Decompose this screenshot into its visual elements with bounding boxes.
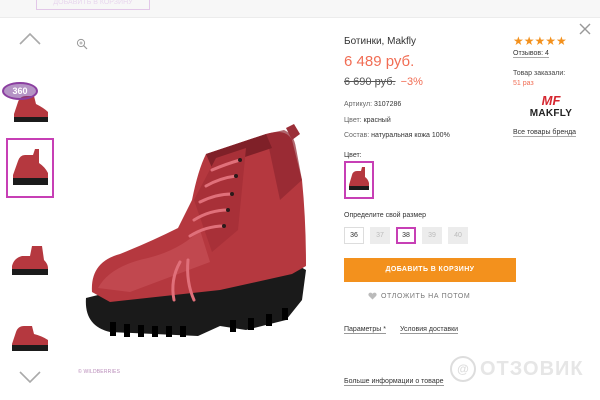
params-link[interactable]: Параметры *	[344, 326, 386, 334]
image-watermark: © WILDBERRIES	[78, 369, 121, 375]
boot-swatch-icon	[349, 167, 369, 190]
ordered-label: Товар заказали:	[513, 70, 566, 77]
product-main-image[interactable]	[70, 30, 330, 380]
heart-icon	[368, 292, 377, 300]
chevron-up-icon[interactable]	[18, 32, 42, 46]
article-value: 3107286	[374, 101, 402, 108]
add-to-cart-button[interactable]: ДОБАВИТЬ В КОРЗИНУ	[344, 258, 516, 282]
old-price: 6 690 руб.	[344, 76, 396, 88]
rating-stars: ★★★★★	[513, 34, 567, 48]
brand-mark: MF	[541, 93, 561, 108]
size-label: Определите свой размер	[344, 212, 426, 219]
ordered-count: 51 раз	[513, 80, 534, 87]
brand-name: MAKFLY	[529, 108, 573, 119]
all-brand-products-link[interactable]: Все товары бренда	[513, 129, 577, 137]
thumbnail-side[interactable]	[6, 230, 54, 290]
brand-logo[interactable]: MF MAKFLY	[521, 94, 581, 126]
size-option-38[interactable]: 38	[396, 227, 416, 244]
postpone-label: ОТЛОЖИТЬ НА ПОТОМ	[381, 292, 471, 300]
delivery-link[interactable]: Условия доставки	[399, 326, 459, 334]
more-info-link[interactable]: Больше информации о товаре	[344, 378, 444, 386]
size-option-36[interactable]: 36	[344, 227, 364, 244]
color-value: красный	[363, 117, 391, 124]
boot-thumbnail-icon	[13, 149, 48, 185]
thumbnail-back[interactable]	[6, 306, 54, 366]
discount-badge: −3%	[400, 76, 423, 88]
boot-thumbnail-icon	[12, 326, 48, 351]
boot-thumbnail-icon	[12, 246, 48, 275]
article-label: Артикул:	[344, 101, 373, 108]
article-row: Артикул: 3107286	[344, 101, 401, 108]
old-price-block: 6 690 руб. −3%	[344, 76, 423, 88]
top-strip: ДОБАВИТЬ В КОРЗИНУ	[0, 0, 600, 18]
close-icon[interactable]	[578, 22, 592, 36]
thumbnail-column: 360	[0, 24, 62, 394]
size-selector: 36 37 38 39 40	[344, 227, 468, 244]
badge-360[interactable]: 360	[2, 82, 38, 100]
postpone-button[interactable]: ОТЛОЖИТЬ НА ПОТОМ	[368, 292, 470, 300]
color-row: Цвет: красный	[344, 117, 391, 124]
color-select-label: Цвет:	[344, 152, 362, 159]
product-title: Ботинки, Makfly	[344, 36, 417, 47]
ghost-add-to-cart-button[interactable]: ДОБАВИТЬ В КОРЗИНУ	[36, 0, 150, 10]
color-label: Цвет:	[344, 117, 362, 124]
composition-row: Состав: натуральная кожа 100%	[344, 132, 450, 139]
product-price: 6 489 руб.	[344, 53, 415, 70]
thumbnail-selected[interactable]	[6, 138, 54, 198]
chevron-down-icon[interactable]	[18, 370, 42, 384]
composition-label: Состав:	[344, 132, 370, 139]
size-option-40[interactable]: 40	[448, 227, 468, 244]
size-option-37[interactable]: 37	[370, 227, 390, 244]
info-links: Параметры * Условия доставки	[344, 326, 459, 334]
site-watermark-icon: @	[450, 356, 476, 382]
site-watermark-text: ОТЗОВИК	[480, 357, 584, 380]
composition-value: натуральная кожа 100%	[371, 132, 450, 139]
reviews-link[interactable]: Отзывов: 4	[513, 50, 549, 58]
size-option-39[interactable]: 39	[422, 227, 442, 244]
color-swatch-red[interactable]	[344, 161, 374, 199]
site-watermark: @ ОТЗОВИК	[450, 356, 584, 382]
